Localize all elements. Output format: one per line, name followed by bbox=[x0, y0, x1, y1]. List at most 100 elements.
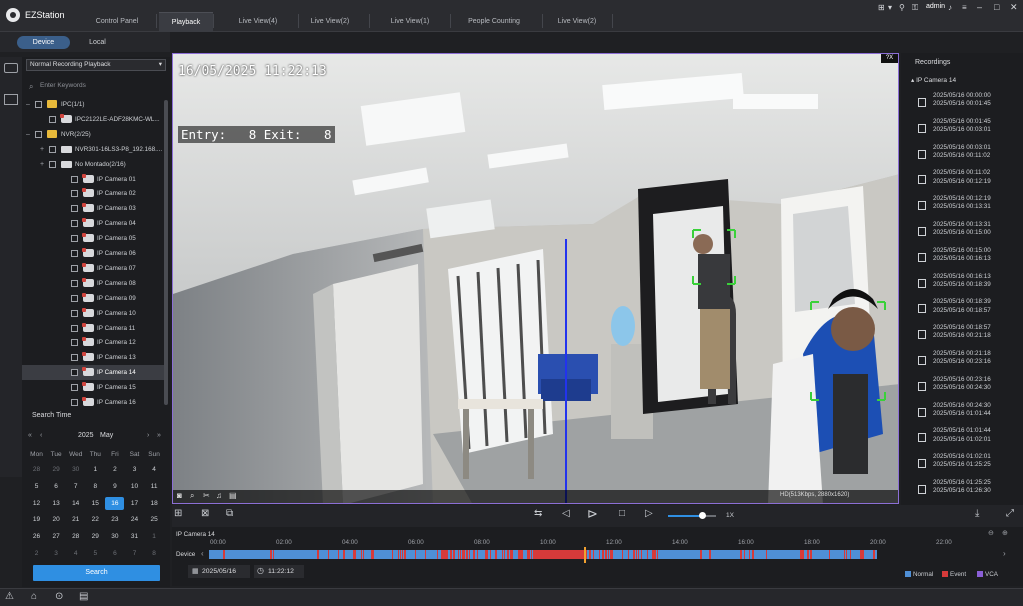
tab-local[interactable]: Local bbox=[74, 36, 121, 49]
tree-item-camera[interactable]: IP Camera 10 bbox=[22, 306, 166, 321]
recording-item[interactable]: 2025/05/16 00:15:00 2025/05/16 00:16:13 bbox=[918, 247, 1008, 273]
recording-item[interactable]: 2025/05/16 00:13:31 2025/05/16 00:15:00 bbox=[918, 221, 1008, 247]
recording-item[interactable]: 2025/05/16 00:16:13 2025/05/16 00:18:39 bbox=[918, 273, 1008, 299]
calendar-day[interactable]: 4 bbox=[66, 547, 85, 560]
tree-checkbox[interactable] bbox=[35, 130, 42, 138]
tree-item-camera[interactable]: IP Camera 11 bbox=[22, 321, 166, 336]
minimize-button[interactable]: – bbox=[977, 2, 982, 12]
recording-item[interactable]: 2025/05/16 00:12:19 2025/05/16 00:13:31 bbox=[918, 195, 1008, 221]
tree-item-camera[interactable]: IP Camera 01 bbox=[22, 172, 166, 187]
tree-checkbox[interactable] bbox=[71, 264, 78, 272]
tab-control-panel[interactable]: Control Panel bbox=[78, 12, 156, 32]
tree-checkbox[interactable] bbox=[71, 250, 78, 257]
tree-item-camera[interactable]: IP Camera 13 bbox=[22, 350, 166, 365]
lock-icon[interactable]: ⌂ bbox=[31, 591, 37, 602]
view-icon[interactable] bbox=[4, 94, 18, 105]
calendar-month[interactable]: May bbox=[100, 432, 113, 439]
grid-layout-icon[interactable]: ⊞ bbox=[174, 508, 182, 519]
calendar-day[interactable]: 23 bbox=[105, 513, 124, 526]
calendar-day[interactable]: 1 bbox=[145, 530, 164, 543]
recording-item[interactable]: 2025/05/16 01:01:44 2025/05/16 01:02:01 bbox=[918, 427, 1008, 453]
calendar-day[interactable]: 22 bbox=[86, 513, 105, 526]
lock-icon[interactable]: ⚿ bbox=[912, 3, 918, 13]
recordings-camera[interactable]: ▴ IP Camera 14 bbox=[911, 76, 956, 84]
tab-live-view-1-[interactable]: Live View(1) bbox=[370, 12, 450, 32]
expand-icon[interactable]: + bbox=[40, 142, 44, 157]
tree-item-nvr[interactable]: + NVR301-16LS3-P8_192.168.... bbox=[22, 142, 166, 157]
download-tasks-icon[interactable]: ⊙ bbox=[55, 591, 63, 602]
tree-checkbox[interactable] bbox=[71, 190, 78, 198]
tree-checkbox[interactable] bbox=[49, 160, 56, 168]
tree-item-camera[interactable]: IP Camera 16 bbox=[22, 395, 166, 410]
calendar-day[interactable]: 9 bbox=[105, 480, 124, 493]
tab-playback[interactable]: Playback bbox=[159, 12, 213, 32]
device-tree-icon[interactable] bbox=[4, 63, 18, 73]
prev-year-button[interactable]: « bbox=[28, 432, 32, 439]
calendar-day[interactable]: 25 bbox=[145, 513, 164, 526]
speed-slider-handle[interactable] bbox=[698, 512, 706, 519]
tab-device[interactable]: Device bbox=[17, 36, 70, 49]
tree-checkbox[interactable] bbox=[49, 145, 56, 153]
tab-live-view-4-[interactable]: Live View(4) bbox=[218, 12, 298, 32]
calendar-day[interactable]: 20 bbox=[47, 513, 66, 526]
timeline-left-arrow-icon[interactable]: ‹ bbox=[201, 549, 204, 558]
recording-item[interactable]: 2025/05/16 00:18:39 2025/05/16 00:18:57 bbox=[918, 298, 1008, 324]
tab-live-view-2-[interactable]: Live View(2) bbox=[542, 12, 612, 32]
calendar-day[interactable]: 28 bbox=[27, 463, 46, 476]
calendar-day[interactable]: 19 bbox=[27, 513, 46, 526]
screen-icon[interactable]: ⧉ bbox=[226, 508, 233, 519]
tab-live-view-2-[interactable]: Live View(2) bbox=[291, 12, 369, 32]
tree-checkbox[interactable] bbox=[71, 175, 78, 183]
tree-item-camera[interactable]: IP Camera 04 bbox=[22, 216, 166, 231]
video-close-button[interactable]: ?X bbox=[881, 54, 898, 63]
tree-checkbox[interactable] bbox=[71, 279, 78, 287]
next-year-button[interactable]: » bbox=[157, 432, 161, 439]
tree-checkbox[interactable] bbox=[35, 101, 42, 108]
calendar-day[interactable]: 2 bbox=[105, 463, 124, 476]
tree-item-camera[interactable]: IP Camera 07 bbox=[22, 261, 166, 276]
tree-item-folder[interactable]: – NVR(2/25) bbox=[22, 127, 166, 142]
fullscreen-icon[interactable]: ⤢ bbox=[1006, 508, 1014, 519]
tree-checkbox[interactable] bbox=[71, 220, 78, 228]
calendar-day[interactable]: 27 bbox=[47, 530, 66, 543]
video-view[interactable] bbox=[172, 53, 899, 504]
timeline-zoom-in-icon[interactable]: ⊕ bbox=[1002, 529, 1008, 537]
tree-item-camera[interactable]: IP Camera 06 bbox=[22, 246, 166, 261]
recording-item[interactable]: 2025/05/16 00:11:02 2025/05/16 00:12:19 bbox=[918, 169, 1008, 195]
calendar-day[interactable]: 11 bbox=[145, 480, 164, 493]
tree-checkbox[interactable] bbox=[71, 324, 78, 332]
prev-month-button[interactable]: ‹ bbox=[40, 432, 42, 439]
tree-checkbox[interactable] bbox=[71, 205, 78, 213]
step-back-icon[interactable]: ◁ bbox=[562, 508, 570, 519]
menu-icon[interactable]: ≡ bbox=[962, 3, 967, 12]
calendar-day[interactable]: 17 bbox=[125, 497, 144, 510]
calendar-day[interactable]: 14 bbox=[66, 497, 85, 510]
tree-checkbox[interactable] bbox=[71, 294, 78, 302]
calendar-day[interactable]: 21 bbox=[66, 513, 85, 526]
expand-icon[interactable]: – bbox=[26, 97, 30, 112]
calendar-day[interactable]: 13 bbox=[47, 497, 66, 510]
tree-checkbox[interactable] bbox=[71, 384, 78, 392]
tree-checkbox[interactable] bbox=[71, 235, 78, 243]
recording-item[interactable]: 2025/05/16 00:18:57 2025/05/16 00:21:18 bbox=[918, 324, 1008, 350]
tree-item-camera[interactable]: IP Camera 14 bbox=[22, 365, 166, 381]
recording-item[interactable]: 2025/05/16 00:23:16 2025/05/16 00:24:30 bbox=[918, 376, 1008, 402]
maximize-button[interactable]: □ bbox=[994, 2, 999, 12]
timeline-bar[interactable] bbox=[209, 550, 877, 559]
calendar-day[interactable]: 16 bbox=[105, 496, 125, 510]
sync-icon[interactable]: ⇆ bbox=[534, 508, 542, 519]
keyword-search-input[interactable]: Enter Keywords bbox=[26, 80, 166, 92]
tree-item-camera[interactable]: IP Camera 15 bbox=[22, 380, 166, 395]
stop-button[interactable]: □ bbox=[619, 508, 625, 519]
calendar-day[interactable]: 3 bbox=[125, 463, 144, 476]
recording-item[interactable]: 2025/05/16 00:24:30 2025/05/16 01:01:44 bbox=[918, 402, 1008, 428]
recording-item[interactable]: 2025/05/16 01:25:25 2025/05/16 01:26:30 bbox=[918, 479, 1008, 505]
calendar-day[interactable]: 6 bbox=[47, 480, 66, 493]
calendar-day[interactable]: 7 bbox=[125, 547, 144, 560]
snapshot-icon[interactable]: ◙ bbox=[177, 491, 182, 500]
tree-item-camera[interactable]: IP Camera 09 bbox=[22, 291, 166, 306]
calendar-day[interactable]: 28 bbox=[66, 530, 85, 543]
calendar-day[interactable]: 4 bbox=[145, 463, 164, 476]
play-button[interactable]: ⊳ bbox=[587, 506, 598, 522]
search-button[interactable]: Search bbox=[33, 565, 160, 581]
